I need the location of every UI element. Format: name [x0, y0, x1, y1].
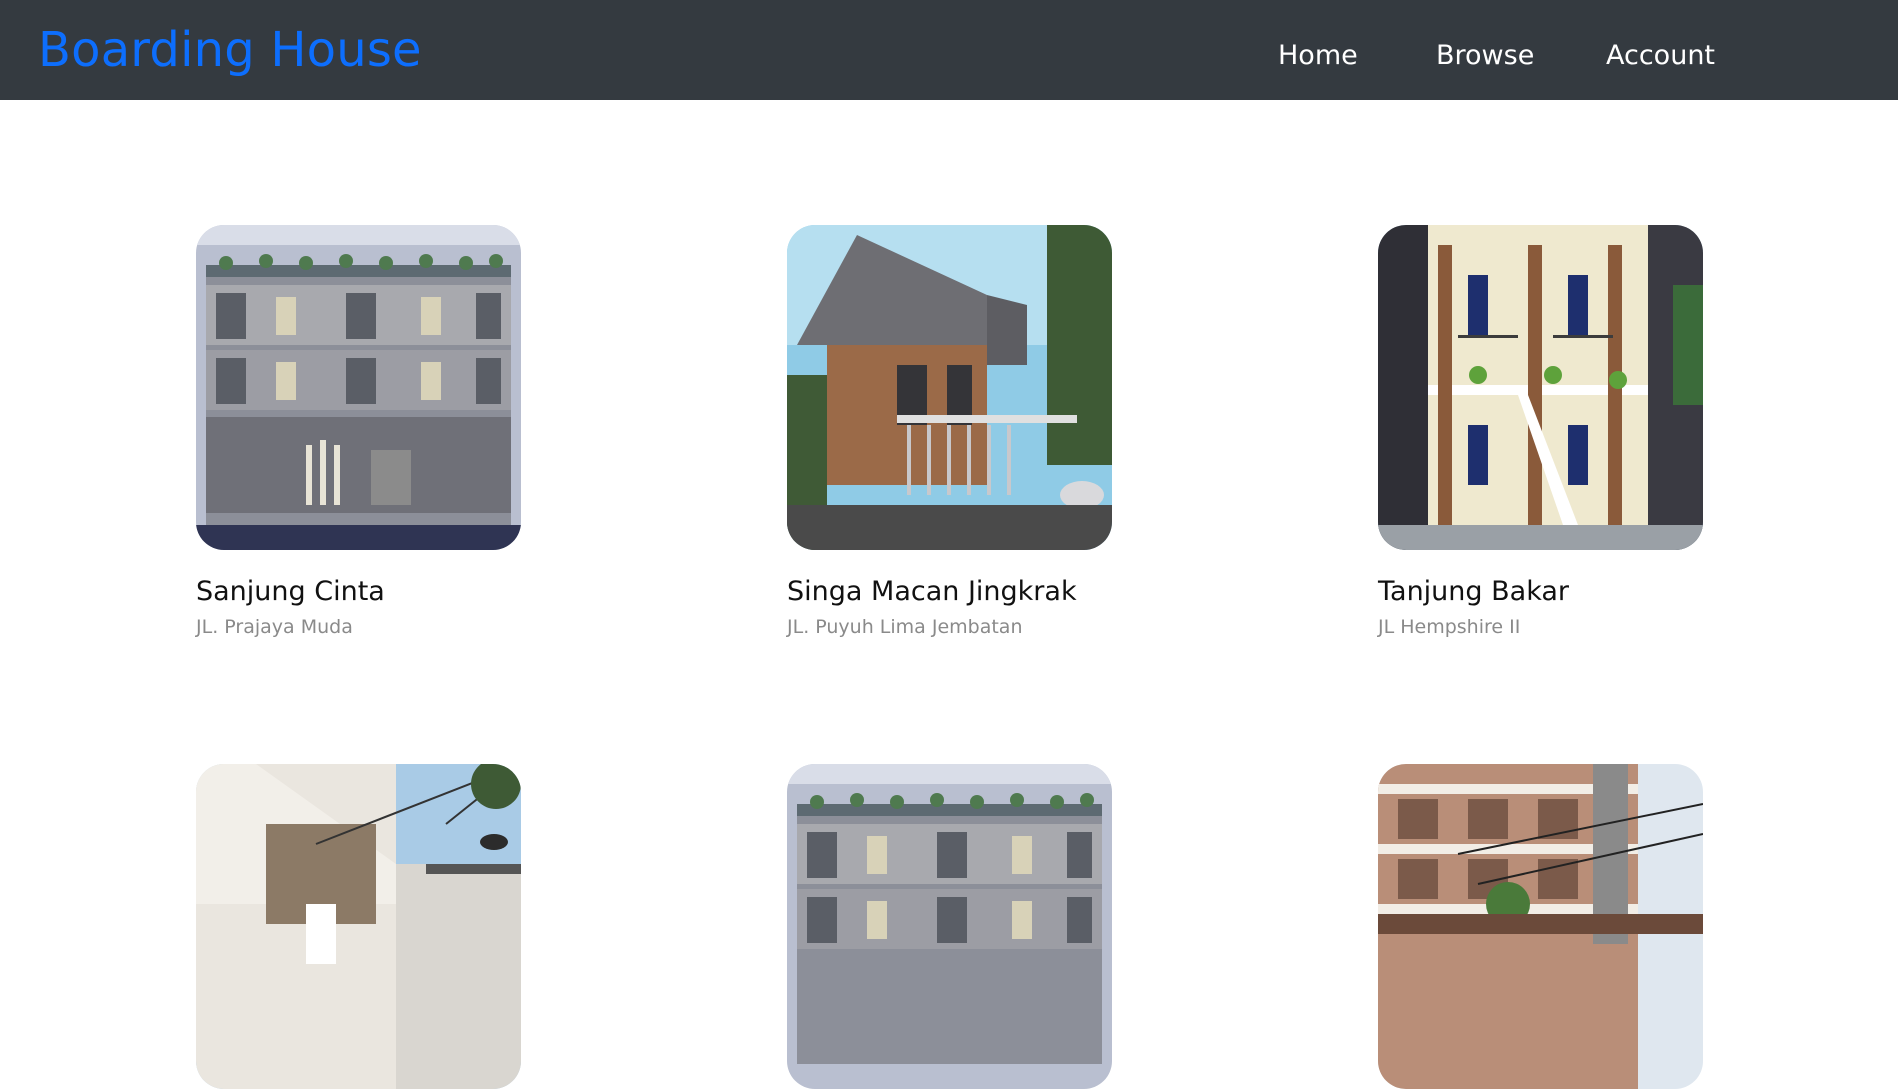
listing-address: JL. Puyuh Lima Jembatan: [787, 616, 1023, 638]
listing-address: JL. Prajaya Muda: [196, 616, 353, 638]
listing-image[interactable]: [1378, 225, 1703, 550]
listing-image[interactable]: [787, 225, 1112, 550]
listing-name[interactable]: Sanjung Cinta: [196, 574, 385, 610]
listing-grid: Sanjung Cinta JL. Prajaya Muda Singa Mac…: [0, 0, 1898, 1089]
listing-image[interactable]: [196, 225, 521, 550]
listing-name[interactable]: Tanjung Bakar: [1378, 574, 1569, 610]
listing-image[interactable]: [196, 764, 521, 1089]
listing-image[interactable]: [787, 764, 1112, 1089]
listing-address: JL Hempshire II: [1378, 616, 1521, 638]
listing-name[interactable]: Singa Macan Jingkrak: [787, 574, 1077, 610]
listing-image[interactable]: [1378, 764, 1703, 1089]
